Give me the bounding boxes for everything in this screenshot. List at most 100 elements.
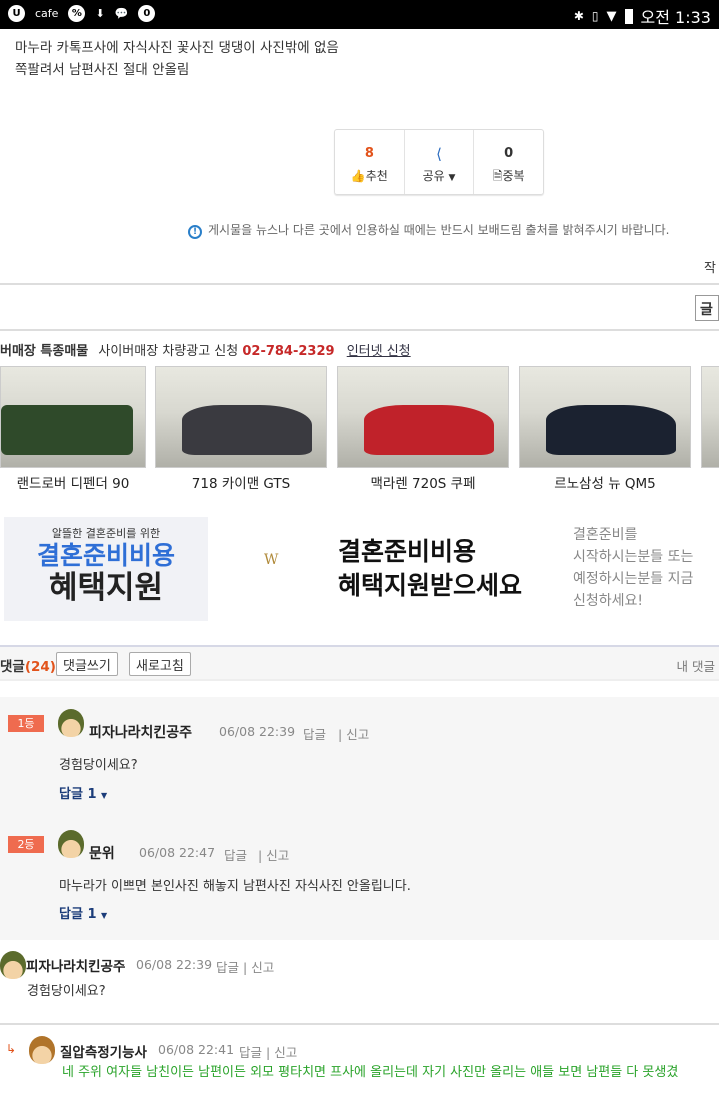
banner-left: 알뜰한 결혼준비를 위한 결혼준비비용 혜택지원 (4, 517, 208, 621)
ad-title: 버매장 특종매물 (0, 344, 89, 359)
document-icon: 🗎 (492, 169, 503, 183)
report-label: 신고 (346, 727, 370, 742)
caret-down-icon: ▼ (101, 791, 108, 800)
avatar (29, 1036, 55, 1064)
comment-text: 네 주위 여자들 남친이든 남편이든 외모 평타치면 프사에 올리는데 자기 사… (62, 1065, 679, 1080)
replies-toggle[interactable]: 답글 1 ▼ (59, 783, 107, 802)
reply-link[interactable]: 답글 (239, 1042, 262, 1061)
thumbs-up-icon: 👍 (350, 169, 366, 183)
comments-header: 댓글(24) 댓글쓰기 새로고침 내 댓글 (0, 645, 719, 681)
partial-text: 작 (704, 261, 716, 276)
report-link[interactable]: | 신고 (243, 957, 274, 976)
car-caption[interactable]: 랜드로버 디펜더 90 (0, 472, 146, 492)
share-icon: ⟨ (436, 145, 442, 163)
comment-date: 06/08 22:39 (136, 957, 213, 972)
u-icon: U (8, 5, 25, 22)
status-bar: U cafe % ⬇ 💬 0 ✱ ▯ ▼ 오전 1:33 (0, 0, 719, 29)
banner-side-line: 결혼준비를 (573, 527, 638, 543)
ad-cars-header: 버매장 특종매물 사이버매장 차량광고 신청 02-784-2329 인터넷 신… (0, 340, 411, 359)
duplicate-count: 0 (504, 146, 514, 161)
report-link[interactable]: | 신고 (266, 1042, 297, 1061)
comment-text: 경험당이세요? (27, 984, 106, 999)
refresh-button[interactable]: 새로고침 (129, 652, 191, 676)
banner-main2: 혜택지원받으세요 (338, 571, 523, 600)
report-link[interactable]: | 신고 (258, 845, 289, 864)
post-line: 쪽팔려서 남편사진 절대 안올림 (15, 62, 190, 78)
comment-date: 06/08 22:39 (219, 724, 296, 739)
replies-count: 답글 1 (59, 787, 97, 802)
rank-badge: 1등 (8, 715, 44, 732)
banner-side: 결혼준비를 시작하시는분들 또는 예정하시는분들 지금 신청하세요! (573, 524, 719, 612)
divider (0, 329, 719, 331)
reply-link[interactable]: 답글 (216, 957, 239, 976)
car-caption[interactable]: 르노삼성 뉴 QM5 (519, 472, 691, 492)
write-button[interactable]: 글 (695, 295, 719, 321)
best-comments: 1등 피자나라치킨공주 06/08 22:39 답글 | 신고 경험당이세요? … (0, 697, 719, 940)
internet-apply-link[interactable]: 인터넷 신청 (347, 344, 411, 359)
reply-link[interactable]: 답글 (224, 845, 247, 864)
banner-small: 알뜰한 결혼준비를 위한 (51, 527, 161, 540)
car-item[interactable] (0, 366, 146, 468)
car-caption[interactable]: 718 카이맨 GTS (155, 472, 327, 492)
avatar (0, 951, 26, 979)
my-comments-link[interactable]: 내 댓글 (677, 656, 715, 675)
report-link[interactable]: | 신고 (338, 724, 369, 743)
recommend-button[interactable]: 8 👍추천 (335, 130, 405, 194)
bluetooth-icon: ✱ (573, 9, 584, 23)
ad-phone: 02-784-2329 (242, 344, 335, 359)
car-item[interactable] (519, 366, 691, 468)
comment-author[interactable]: 피자나라치킨공주 (89, 722, 192, 742)
comment-author[interactable]: 문위 (89, 843, 115, 863)
reply-arrow-icon: ↳ (6, 1042, 17, 1056)
rank-badge: 2등 (8, 836, 44, 853)
banner-main1: 결혼준비비용 (338, 537, 477, 566)
info-icon: ! (188, 225, 202, 239)
divider (0, 1023, 719, 1025)
avatar (58, 709, 84, 737)
car-item[interactable] (337, 366, 509, 468)
report-label: 신고 (266, 848, 290, 863)
reply-link[interactable]: 답글 (303, 724, 326, 743)
share-label: 공유 (422, 169, 445, 183)
citation-notice: ! 게시물을 뉴스나 다른 곳에서 인용하실 때에는 반드시 보배드림 출처를 밝… (188, 221, 669, 239)
comments-title: 댓글(24) (0, 655, 56, 675)
post-actions: 8 👍추천 ⟨ 공유 ▼ 0 🗎중복 (334, 129, 544, 195)
clock: 오전 1:33 (640, 8, 711, 27)
report-label: 신고 (251, 960, 275, 975)
divider (0, 283, 719, 285)
comment-author[interactable]: 피자나라치킨공주 (26, 955, 125, 975)
banner-side-line: 예정하시는분들 지금 (573, 571, 694, 587)
car-item[interactable] (155, 366, 327, 468)
share-button[interactable]: ⟨ 공유 ▼ (405, 130, 475, 194)
comment-date: 06/08 22:41 (158, 1042, 235, 1057)
duplicate-label: 중복 (502, 169, 525, 183)
chat-icon: 💬 (114, 7, 129, 20)
caret-down-icon: ▼ (448, 173, 456, 183)
comments-count: (24) (24, 659, 56, 675)
replies-count: 답글 1 (59, 907, 97, 922)
comment-date: 06/08 22:47 (139, 845, 216, 860)
ad-subtitle: 사이버매장 차량광고 신청 (98, 344, 239, 359)
battery-icon (624, 8, 633, 24)
car-item[interactable] (701, 366, 719, 468)
vibrate-icon: ▯ (591, 9, 599, 23)
ad-banner[interactable]: 알뜰한 결혼준비를 위한 결혼준비비용 혜택지원 W 결혼준비비용 혜택지원받으… (0, 515, 719, 623)
post-body: 마누라 카톡프사에 자식사진 꽃사진 댕댕이 사진밖에 없음 쪽팔려서 남편사진… (15, 37, 339, 81)
banner-big2: 혜택지원 (48, 570, 164, 606)
car-caption[interactable]: 맥라렌 720S 쿠페 (337, 472, 509, 492)
avatar (58, 830, 84, 858)
banner-side-line: 시작하시는분들 또는 (573, 549, 694, 565)
cafe-icon: cafe (35, 7, 59, 20)
wifi-icon: ▼ (606, 8, 617, 24)
write-comment-button[interactable]: 댓글쓰기 (56, 652, 118, 676)
banner-main: 결혼준비비용 혜택지원받으세요 (338, 535, 522, 603)
percent-icon: % (68, 5, 86, 22)
comment-author[interactable]: 질압측정기능사 (60, 1041, 147, 1061)
post-line: 마누라 카톡프사에 자식사진 꽃사진 댕댕이 사진밖에 없음 (15, 40, 339, 56)
duplicate-button[interactable]: 0 🗎중복 (474, 130, 543, 194)
banner-logo: W (264, 552, 279, 568)
banner-big1: 결혼준비비용 (36, 541, 175, 570)
replies-toggle[interactable]: 답글 1 ▼ (59, 903, 107, 922)
comment-text: 마누라가 이쁘면 본인사진 해놓지 남편사진 자식사진 안올립니다. (59, 879, 411, 894)
banner-side-line: 신청하세요! (573, 593, 644, 609)
